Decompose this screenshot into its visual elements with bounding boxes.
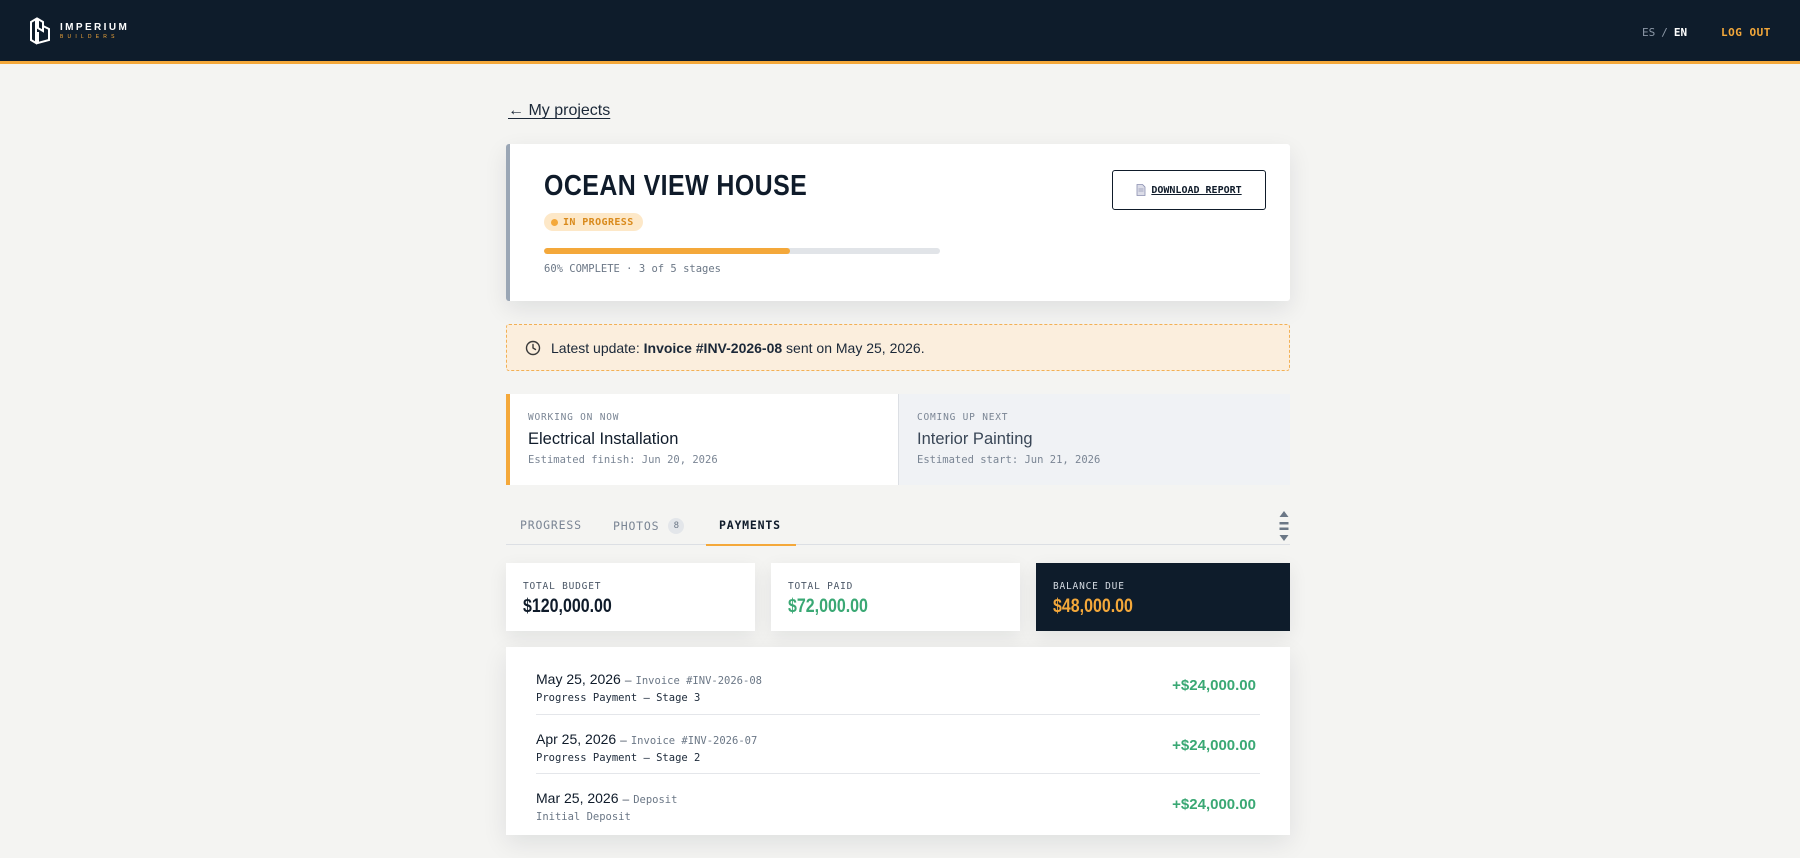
payment-row[interactable]: Mar 25, 2026 – Deposit Initial Deposit +… — [536, 773, 1260, 832]
tab-photos[interactable]: PHOTOS 8 — [613, 518, 685, 534]
balance-due-label: BALANCE DUE — [1053, 581, 1125, 592]
payment-description: Initial Deposit — [536, 811, 631, 823]
balance-due-card: BALANCE DUE $48,000.00 — [1036, 563, 1290, 631]
total-budget-value: $120,000.00 — [523, 596, 612, 617]
payment-description: Progress Payment – Stage 3 — [536, 692, 701, 704]
current-stage-label: WORKING ON NOW — [528, 412, 620, 423]
language-switcher: ES / EN — [1642, 26, 1687, 39]
total-paid-card: TOTAL PAID $72,000.00 — [771, 563, 1020, 631]
current-stage-name: Electrical Installation — [528, 430, 679, 448]
payment-date: May 25, 2026 — [536, 671, 621, 687]
total-paid-value: $72,000.00 — [788, 596, 868, 617]
next-stage-date: Estimated start: Jun 21, 2026 — [917, 454, 1101, 466]
next-stage-card: COMING UP NEXT Interior Painting Estimat… — [898, 394, 1290, 485]
payment-separator: – — [620, 733, 627, 747]
payment-separator: – — [624, 673, 632, 687]
logo[interactable]: IMPERIUM BUILDERS — [28, 16, 129, 46]
update-prefix: Latest update: — [551, 339, 644, 356]
tab-bar: PROGRESS PHOTOS 8 PAYMENTS — [506, 508, 1290, 546]
download-report-label: DOWNLOAD REPORT — [1151, 184, 1242, 196]
payment-amount: +$24,000.00 — [1172, 677, 1256, 694]
photos-count-badge: 8 — [668, 518, 685, 534]
payments-list: May 25, 2026 – Invoice #INV-2026-08 Prog… — [506, 647, 1290, 835]
tab-progress-label: PROGRESS — [520, 518, 582, 532]
progress-text: 60% COMPLETE · 3 of 5 stages — [544, 263, 722, 275]
lang-en[interactable]: EN — [1674, 26, 1687, 39]
payment-reference: Deposit — [633, 794, 678, 806]
progress-bar-fill — [544, 248, 790, 254]
lang-separator: / — [1661, 26, 1668, 39]
total-budget-label: TOTAL BUDGET — [523, 581, 602, 592]
status-dot-icon — [551, 218, 558, 226]
tab-payments-label: PAYMENTS — [719, 518, 781, 532]
total-budget-card: TOTAL BUDGET $120,000.00 — [506, 563, 755, 631]
total-paid-label: TOTAL PAID — [788, 581, 854, 592]
top-bar: IMPERIUM BUILDERS ES / EN LOG OUT — [0, 0, 1800, 64]
next-stage-label: COMING UP NEXT — [917, 412, 1009, 423]
download-report-button[interactable]: DOWNLOAD REPORT — [1112, 170, 1266, 210]
next-stage-name: Interior Painting — [917, 430, 1033, 448]
logo-name: IMPERIUM — [60, 21, 130, 33]
current-stage-card: WORKING ON NOW Electrical Installation E… — [506, 394, 898, 485]
logo-subtitle: BUILDERS — [60, 33, 119, 40]
payment-description: Progress Payment – Stage 2 — [536, 752, 701, 764]
tab-photos-label: PHOTOS — [613, 519, 660, 533]
payment-amount: +$24,000.00 — [1172, 796, 1256, 813]
project-title: OCEAN VIEW HOUSE — [544, 170, 808, 202]
payment-reference: Invoice #INV-2026-08 — [635, 675, 762, 687]
payment-row[interactable]: Apr 25, 2026 – Invoice #INV-2026-07 Prog… — [536, 714, 1260, 773]
clock-icon — [525, 340, 541, 355]
payment-amount: +$24,000.00 — [1172, 737, 1256, 754]
logo-mark-icon — [30, 17, 50, 45]
back-to-projects-link[interactable]: ← My projects — [508, 102, 610, 120]
active-tab-indicator — [706, 544, 796, 546]
balance-due-value: $48,000.00 — [1053, 596, 1133, 617]
latest-update-banner: Latest update: Invoice #INV-2026-08 sent… — [506, 324, 1290, 371]
payment-reference: Invoice #INV-2026-07 — [630, 735, 758, 747]
project-card: OCEAN VIEW HOUSE IN PROGRESS 60% COMPLET… — [506, 144, 1290, 301]
logout-button[interactable]: LOG OUT — [1721, 26, 1771, 39]
document-icon — [1136, 184, 1146, 196]
tab-payments[interactable]: PAYMENTS — [719, 518, 781, 532]
lang-es[interactable]: ES — [1642, 26, 1655, 39]
status-text: IN PROGRESS — [563, 216, 634, 228]
payment-date: Apr 25, 2026 — [536, 731, 617, 747]
update-invoice: Invoice #INV-2026-08 — [643, 339, 783, 356]
scroll-arrows-icon[interactable] — [1278, 509, 1290, 543]
tab-progress[interactable]: PROGRESS — [520, 518, 582, 532]
progress-bar — [544, 248, 940, 254]
update-suffix: sent on May 25, 2026. — [782, 339, 925, 356]
latest-update-text: Latest update: Invoice #INV-2026-08 sent… — [551, 340, 925, 356]
payment-date: Mar 25, 2026 — [536, 790, 619, 806]
status-badge: IN PROGRESS — [544, 213, 643, 231]
payment-row[interactable]: May 25, 2026 – Invoice #INV-2026-08 Prog… — [536, 655, 1260, 714]
payment-separator: – — [622, 792, 630, 806]
current-stage-date: Estimated finish: Jun 20, 2026 — [528, 454, 718, 466]
